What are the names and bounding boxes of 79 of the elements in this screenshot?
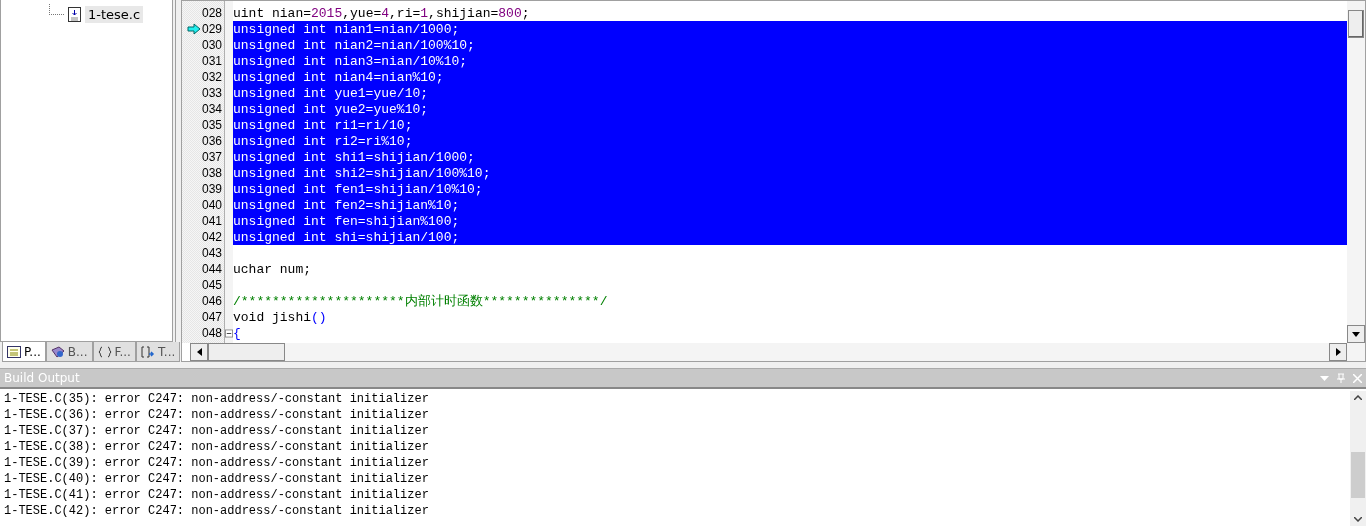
line-number: 045 <box>201 278 222 292</box>
code-text: unsigned int ri1=ri/10; <box>233 117 413 133</box>
output-line: 1-TESE.C(37): error C247: non-address/-constant initializer <box>3 423 430 439</box>
line-number: 028 <box>201 6 222 20</box>
line-number: 043 <box>201 246 222 260</box>
line-number: 044 <box>201 262 222 276</box>
output-line: 1-TESE.C(38): error C247: non-address/-constant initializer <box>3 439 430 455</box>
code-text: unsigned int shi2=shijian/100%10; <box>233 165 491 181</box>
line-number: 035 <box>201 118 222 132</box>
tab-icon <box>50 345 65 358</box>
line-number: 030 <box>201 38 222 52</box>
code-text: uchar num; <box>233 261 311 277</box>
output-line: 1-TESE.C(42): error C247: non-address/-constant initializer <box>3 503 430 519</box>
line-number: 036 <box>201 134 222 148</box>
code-text: unsigned int fen1=shijian/10%10; <box>233 181 483 197</box>
code-text: ,yue= <box>342 5 382 21</box>
output-line: 1-TESE.C(36): error C247: non-address/-constant initializer <box>3 407 430 423</box>
code-text: unsigned int fen=shijian%100; <box>233 213 460 229</box>
line-number: 041 <box>201 214 222 228</box>
line-number: 034 <box>201 102 222 116</box>
line-number: 039 <box>201 182 222 196</box>
panel-tab[interactable]: F... <box>92 342 136 362</box>
line-number: 047 <box>201 310 222 324</box>
file-icon <box>68 7 81 22</box>
scroll-right-button[interactable] <box>1329 343 1347 361</box>
code-text: uint nian= <box>233 5 311 21</box>
scrollbar-thumb[interactable] <box>1348 10 1364 38</box>
line-number: 042 <box>201 230 222 244</box>
tree-item[interactable]: 1-tese.c <box>85 6 144 23</box>
code-text: () <box>311 309 327 325</box>
code-text: 4 <box>381 5 390 21</box>
code-text: unsigned int nian4=nian%10; <box>233 69 444 85</box>
code-text: 2015 <box>311 5 343 21</box>
panel-tab[interactable]: T... <box>135 342 181 362</box>
output-line: 1-TESE.C(35): error C247: non-address/-constant initializer <box>3 391 430 407</box>
line-number: 048 <box>201 326 222 340</box>
code-text: ,ri= <box>389 5 421 21</box>
panel-tab[interactable]: B... <box>45 342 93 362</box>
output-line: 1-TESE.C(39): error C247: non-address/-constant initializer <box>3 455 430 471</box>
panel-tab[interactable]: P... <box>2 342 46 362</box>
code-text: unsigned int shi=shijian/100; <box>233 229 460 245</box>
code-text: unsigned int nian1=nian/1000; <box>233 21 460 37</box>
code-text: unsigned int nian2=nian/100%10; <box>233 37 475 53</box>
line-number: 040 <box>201 198 222 212</box>
code-text: void jishi <box>233 309 311 325</box>
code-comment: /*********************内部计时函数***************/ <box>233 293 608 310</box>
code-text: 800 <box>498 5 522 21</box>
code-text: ; <box>521 5 530 21</box>
right-arrow-icon <box>1335 348 1341 356</box>
output-line: 1-TESE.C(41): error C247: non-address/-constant initializer <box>3 487 430 503</box>
scrollbar-thumb[interactable] <box>208 343 285 361</box>
line-number: 031 <box>201 54 222 68</box>
code-text: unsigned int shi1=shijian/1000; <box>233 149 475 165</box>
code-text: unsigned int nian3=nian/10%10; <box>233 53 468 69</box>
line-number: 038 <box>201 166 222 180</box>
down-arrow-icon <box>1352 331 1360 337</box>
left-arrow-icon <box>196 348 202 356</box>
code-text: unsigned int yue2=yue%10; <box>233 101 429 117</box>
code-text: { <box>233 325 241 341</box>
code-text: unsigned int yue1=yue/10; <box>233 85 429 101</box>
line-number: 029 <box>201 22 222 36</box>
line-number: 032 <box>201 70 222 84</box>
tab-icon <box>97 345 112 358</box>
scrollbar-thumb[interactable] <box>1351 452 1365 498</box>
collapse-icon[interactable] <box>225 328 233 338</box>
scroll-up-icon[interactable] <box>1354 395 1362 400</box>
scroll-down-button[interactable] <box>1347 325 1365 343</box>
tab-icon <box>140 345 155 358</box>
code-text: 1 <box>420 5 429 21</box>
line-number: 046 <box>201 294 222 308</box>
scroll-left-button[interactable] <box>190 343 208 361</box>
output-line: 1-TESE.C(40): error C247: non-address/-constant initializer <box>3 471 430 487</box>
scroll-down-icon[interactable] <box>1354 517 1362 522</box>
code-text: ,shijian= <box>428 5 499 21</box>
code-text: unsigned int fen2=shijian%10; <box>233 197 460 213</box>
line-number: 033 <box>201 86 222 100</box>
tab-icon <box>7 345 21 358</box>
line-number: 037 <box>201 150 222 164</box>
code-text: unsigned int ri2=ri%10; <box>233 133 413 149</box>
